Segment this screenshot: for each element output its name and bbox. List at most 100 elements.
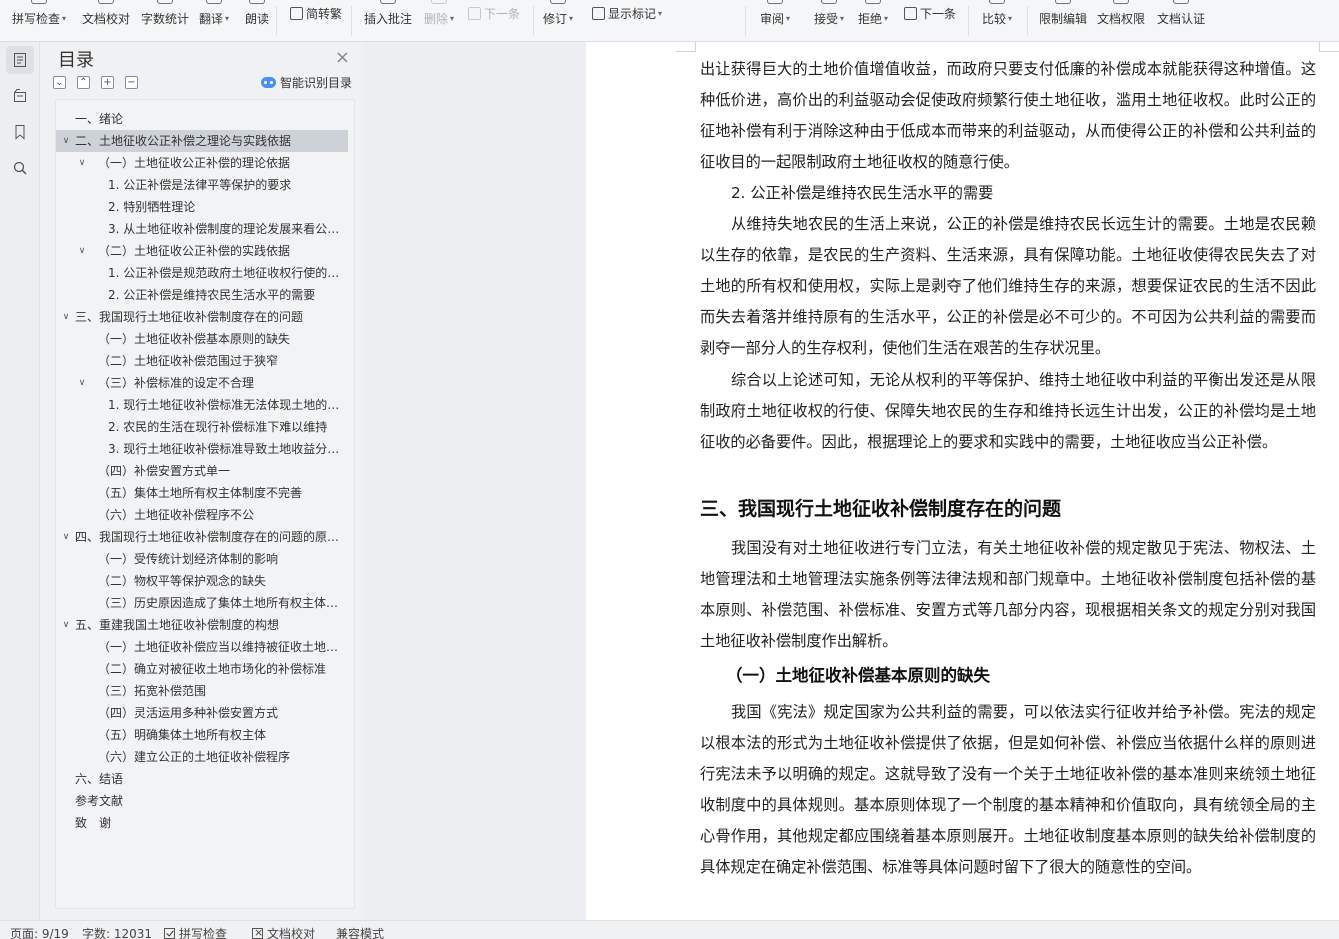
spell-check-toggle[interactable]: 拼写检查 — [164, 925, 227, 939]
toc-item[interactable]: （五）集体土地所有权主体制度不完善 — [56, 482, 348, 504]
body-paragraph: 出让获得巨大的土地价值增值收益，而政府只要支付低廉的补偿成本就能获得这种增值。这… — [700, 60, 1316, 171]
toc-item[interactable]: 2. 农民的生活在现行补偿标准下难以维持 — [56, 416, 348, 438]
ribbon-button-11[interactable]: 审阅 ▾ — [760, 0, 790, 42]
ribbon-label: 插入批注 — [364, 12, 413, 26]
toc-item[interactable]: （四）补偿安置方式单一 — [56, 460, 348, 482]
ribbon-button-9[interactable]: 修订 ▾ — [543, 0, 573, 42]
toc-item[interactable]: （一）土地征收补偿应当以维持被征收土地农民的生活水平为原则 — [56, 636, 348, 658]
toc-item[interactable]: 1. 公正补偿是规范政府土地征收权行使的需要 — [56, 262, 348, 284]
chevron-down-icon[interactable]: ∨ — [76, 152, 88, 174]
search-icon[interactable] — [6, 154, 34, 182]
toc-item[interactable]: （三）拓宽补偿范围 — [56, 680, 348, 702]
ribbon-button-18[interactable]: 文档认证 — [1157, 0, 1205, 42]
toc-item[interactable]: （二）土地征收补偿范围过于狭窄 — [56, 350, 348, 372]
chevron-down-icon[interactable]: ∨ — [60, 130, 72, 152]
toc-item[interactable]: 2. 公正补偿是维持农民生活水平的需要 — [56, 284, 348, 306]
add-heading-icon[interactable]: + — [101, 76, 114, 89]
toc-item[interactable]: ∨ （二）土地征收公正补偿的实践依据 — [56, 240, 348, 262]
ribbon-icon — [592, 7, 605, 20]
ribbon-button-10[interactable]: 显示标记 ▾ — [592, 0, 662, 42]
ribbon-icon — [767, 0, 784, 4]
toc-item-label: （四）补偿安置方式单一 — [98, 464, 231, 478]
page-indicator[interactable]: 页面: 9/19 — [10, 925, 69, 939]
chevron-down-icon[interactable]: ∨ — [60, 306, 72, 328]
chevron-down-icon[interactable]: ∨ — [60, 526, 72, 548]
toc-item[interactable]: （四）灵活运用多种补偿安置方式 — [56, 702, 348, 724]
ribbon-button-3[interactable]: 翻译 ▾ — [199, 0, 229, 42]
toc-item[interactable]: ∨ 五、重建我国土地征收补偿制度的构想 — [56, 614, 348, 636]
ribbon-icon — [380, 0, 396, 4]
toc-item[interactable]: （一）土地征收补偿基本原则的缺失 — [56, 328, 348, 350]
ribbon-button-4[interactable]: 朗读 — [245, 0, 269, 42]
toc-item[interactable]: 3. 现行土地征收补偿标准导致土地收益分配不公 — [56, 438, 348, 460]
toc-item-label: 三、我国现行土地征收补偿制度存在的问题 — [75, 310, 304, 324]
ribbon-label: 比较 — [982, 12, 1007, 26]
bookmark-icon[interactable] — [6, 118, 34, 146]
document-background — [364, 42, 586, 920]
toc-item-label: （五）明确集体土地所有权主体 — [98, 728, 267, 742]
toc-item[interactable]: 3. 从土地征收补偿制度的理论发展来看公正补偿的必要性 — [56, 218, 348, 240]
ribbon-icon — [1113, 0, 1129, 4]
close-icon[interactable]: × — [335, 47, 350, 68]
toc-item[interactable]: （三）历史原因造成了集体土地所有权主体的虚位 — [56, 592, 348, 614]
ribbon-button-12[interactable]: 接受 ▾ — [814, 0, 844, 42]
toc-item[interactable]: ∨ （三）补偿标准的设定不合理 — [56, 372, 348, 394]
toc-item-label: 参考文献 — [75, 794, 124, 808]
toc-item[interactable]: （六）土地征收补偿程序不公 — [56, 504, 348, 526]
toc-item[interactable]: （二）物权平等保护观念的缺失 — [56, 570, 348, 592]
ribbon-button-0[interactable]: 拼写检查 ▾ — [12, 0, 66, 42]
chevron-down-icon: ▾ — [450, 14, 455, 23]
ribbon-label: 字数统计 — [141, 12, 190, 26]
chevron-down-icon: ▾ — [658, 9, 663, 18]
toc-item[interactable]: （六）建立公正的土地征收补偿程序 — [56, 746, 348, 768]
smart-toc-button[interactable]: 智能识别目录 — [260, 74, 352, 91]
spell-check-label: 拼写检查 — [179, 927, 228, 939]
body-paragraph: 2. 公正补偿是维持农民生活水平的需要 — [731, 184, 994, 202]
chevron-down-icon: ▾ — [569, 14, 574, 23]
toc-item[interactable]: 六、结语 — [56, 768, 348, 790]
toc-item[interactable]: 参考文献 — [56, 790, 348, 812]
toc-item[interactable]: ∨ （一）土地征收公正补偿的理论依据 — [56, 152, 348, 174]
ribbon-button-2[interactable]: 字数统计 — [141, 0, 189, 42]
toc-item[interactable]: 1. 公正补偿是法律平等保护的要求 — [56, 174, 348, 196]
chevron-down-icon[interactable]: ∨ — [60, 614, 72, 636]
ribbon-button-8[interactable]: 下一条 — [468, 0, 520, 42]
ribbon-button-15[interactable]: 比较 ▾ — [982, 0, 1012, 42]
toc-item[interactable]: ∨ 三、我国现行土地征收补偿制度存在的问题 — [56, 306, 348, 328]
toc-item[interactable]: 1. 现行土地征收补偿标准无法体现土地的市场价值 — [56, 394, 348, 416]
ribbon-label: 审阅 — [760, 12, 785, 26]
toc-item[interactable]: 一、绪论 — [56, 108, 348, 130]
toc-item[interactable]: 致 谢 — [56, 812, 348, 834]
toc-item-label: （一）受传统计划经济体制的影响 — [98, 552, 279, 566]
toc-item-label: 1. 现行土地征收补偿标准无法体现土地的市场价值 — [108, 398, 344, 412]
toc-item[interactable]: （一）受传统计划经济体制的影响 — [56, 548, 348, 570]
ribbon-icon — [1173, 0, 1189, 4]
chevron-down-icon[interactable]: ∨ — [76, 240, 88, 262]
ribbon-button-16[interactable]: 限制编辑 — [1039, 0, 1087, 42]
toc-item[interactable]: ∨ 四、我国现行土地征收补偿制度存在的问题的原因分析 — [56, 526, 348, 548]
document-page[interactable]: 出让获得巨大的土地价值增值收益，而政府只要支付低廉的补偿成本就能获得这种增值。这… — [586, 42, 1339, 920]
toc-icon[interactable] — [6, 46, 34, 74]
ribbon-icon — [1055, 0, 1071, 4]
ribbon-button-17[interactable]: 文档权限 — [1097, 0, 1145, 42]
collapse-all-icon[interactable]: ⌄ — [53, 76, 66, 89]
ribbon-label: 接受 — [814, 12, 839, 26]
word-count[interactable]: 字数: 12031 — [82, 925, 152, 939]
remove-heading-icon[interactable]: − — [125, 76, 138, 89]
toc-item[interactable]: （五）明确集体土地所有权主体 — [56, 724, 348, 746]
review-ribbon: 拼写检查 ▾ 文档校对 字数统计 翻译 ▾ 朗读 简转繁 插入批注 删除 ▾ 下一条 修订 ▾ 显示标记 ▾ 审… — [0, 0, 1339, 42]
ribbon-button-6[interactable]: 插入批注 — [364, 0, 412, 42]
ribbon-button-5[interactable]: 简转繁 — [290, 0, 342, 42]
toc-panel: 目录 × ⌄ ⌃ + − 智能识别目录 一、绪论 ∨ 二、土地征收公正补偿之理论与实… — [41, 42, 364, 920]
navigation-icon[interactable] — [6, 82, 34, 110]
expand-all-icon[interactable]: ⌃ — [77, 76, 90, 89]
ribbon-button-14[interactable]: 下一条 — [904, 0, 956, 42]
toc-item[interactable]: ∨ 二、土地征收公正补偿之理论与实践依据 — [56, 130, 348, 152]
ribbon-button-7[interactable]: 删除 ▾ — [424, 0, 454, 42]
ribbon-button-1[interactable]: 文档校对 — [82, 0, 130, 42]
toc-item[interactable]: 2. 特别牺牲理论 — [56, 196, 348, 218]
toc-item[interactable]: （二）确立对被征收土地市场化的补偿标准 — [56, 658, 348, 680]
chevron-down-icon[interactable]: ∨ — [76, 372, 88, 394]
ribbon-button-13[interactable]: 拒绝 ▾ — [858, 0, 888, 42]
doc-check-toggle[interactable]: 文档校对 — [252, 925, 315, 939]
